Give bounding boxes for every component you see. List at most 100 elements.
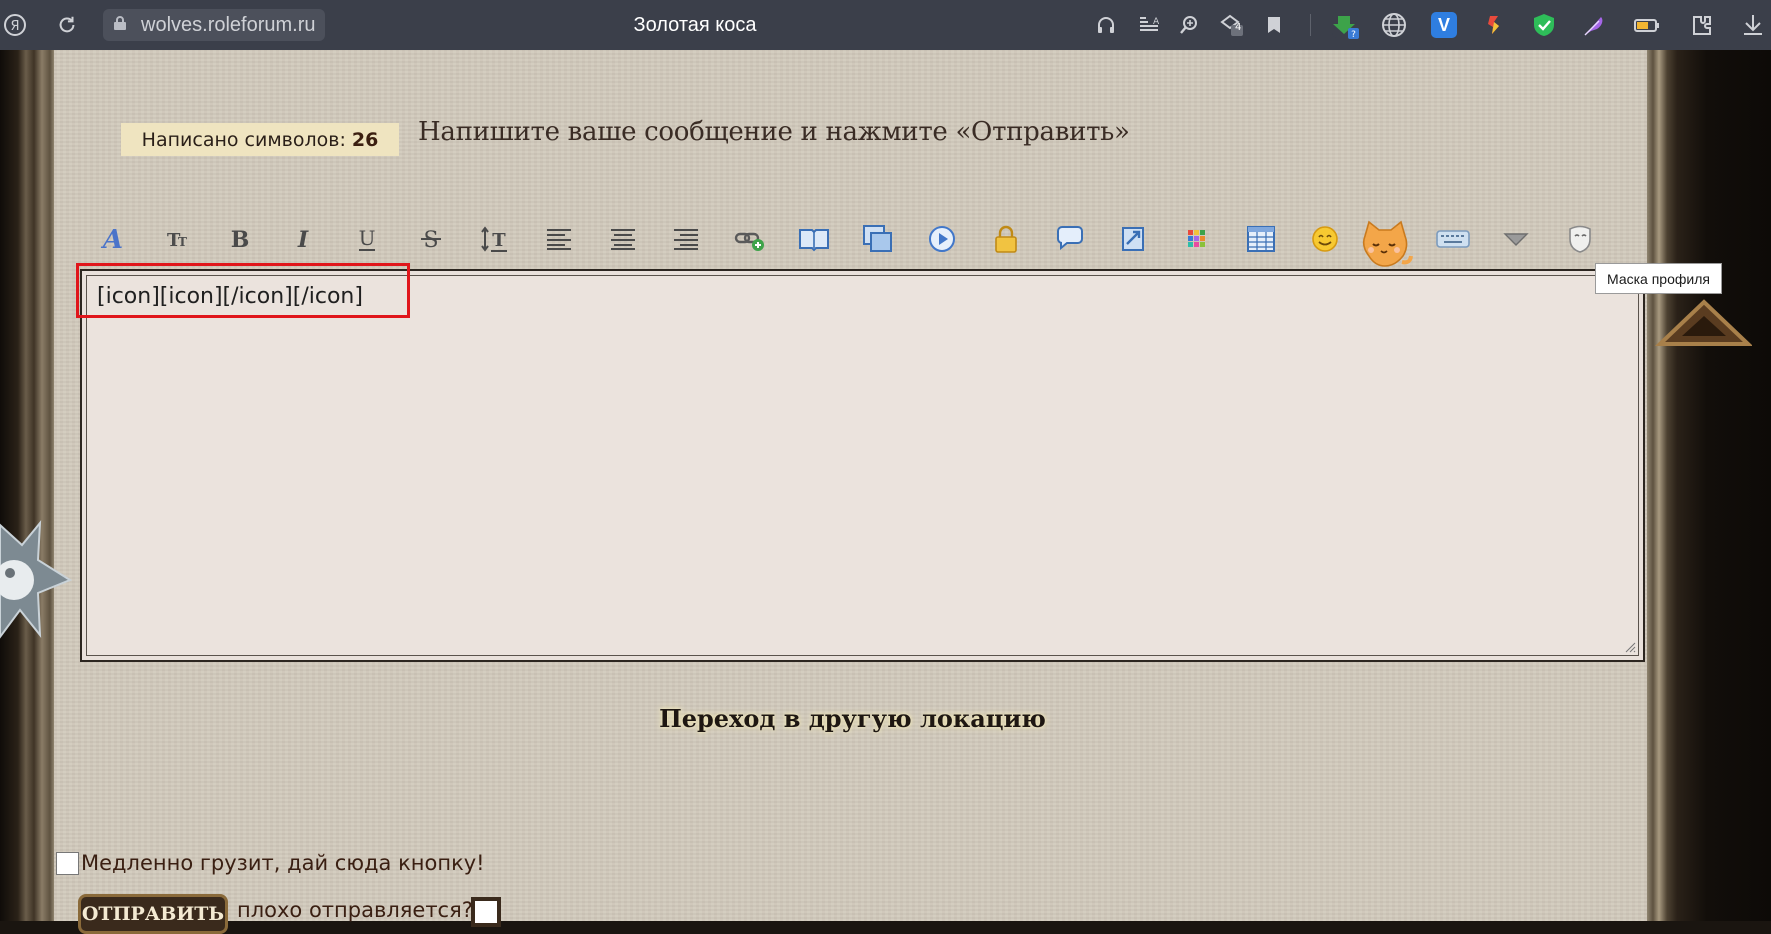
extension-download-icon[interactable]: ?	[1332, 12, 1359, 40]
reader-mode-icon[interactable]: A	[1137, 0, 1161, 50]
book-icon	[799, 229, 829, 252]
bold-button[interactable]: B	[219, 212, 261, 266]
annotation-highlight	[76, 263, 410, 318]
extensions-icon[interactable]	[1689, 12, 1715, 38]
downloads-icon[interactable]	[1741, 12, 1767, 38]
address-bar[interactable]: wolves.roleforum.ru	[103, 9, 325, 41]
play-icon	[929, 226, 955, 252]
underline-icon: U	[359, 226, 376, 251]
right-decorative-border	[1647, 50, 1771, 921]
extension-colorful-icon[interactable]	[1481, 12, 1507, 38]
reload-icon[interactable]	[52, 0, 82, 50]
table-button[interactable]	[1240, 212, 1282, 266]
font-icon: A	[100, 225, 123, 254]
line-height-button[interactable]: T	[474, 212, 516, 266]
keyboard-icon	[1436, 230, 1470, 248]
color-button[interactable]	[1176, 212, 1218, 266]
headphones-icon[interactable]	[1094, 0, 1118, 50]
left-star-ornament-icon	[0, 519, 72, 639]
bookmark-icon[interactable]	[1262, 0, 1286, 50]
form-instruction: Напишите ваше сообщение и нажмите «Отпра…	[418, 117, 1130, 147]
lock-icon	[113, 15, 129, 35]
zoom-icon[interactable]	[1177, 0, 1201, 50]
toolbar-divider	[1310, 14, 1311, 36]
svg-text:B: B	[231, 227, 250, 253]
images-icon	[863, 225, 892, 252]
video-button[interactable]	[921, 212, 963, 266]
image-button[interactable]	[857, 212, 899, 266]
extension-shield-icon[interactable]	[1531, 12, 1557, 38]
font-size-icon: TT	[167, 230, 187, 251]
align-center-icon	[611, 229, 635, 250]
align-left-button[interactable]	[538, 212, 580, 266]
lock-icon	[995, 225, 1017, 253]
svg-text:T: T	[178, 235, 187, 249]
link-button[interactable]	[729, 212, 771, 266]
extension-globe-icon[interactable]	[1381, 12, 1407, 38]
extension-feather-icon[interactable]	[1581, 12, 1607, 38]
strikethrough-button[interactable]: S	[410, 212, 452, 266]
slow-load-label: Медленно грузит, дай сюда кнопку!	[81, 851, 485, 875]
character-counter-label: Написано символов:	[141, 128, 346, 151]
svg-text:?: ?	[1351, 30, 1356, 40]
link-icon	[734, 232, 764, 251]
change-location-link[interactable]: Переход в другую локацию	[650, 704, 1055, 733]
slow-load-row: Медленно грузит, дай сюда кнопку!	[56, 848, 485, 878]
submit-button[interactable]: ОТПРАВИТЬ	[78, 894, 228, 934]
message-textarea[interactable]: [icon][icon][/icon][/icon]	[86, 275, 1639, 656]
svg-text:Я: Я	[10, 19, 19, 34]
svg-text:U: U	[359, 226, 376, 250]
align-left-icon	[547, 229, 571, 250]
align-right-icon	[674, 229, 698, 250]
line-height-icon: T	[481, 226, 507, 252]
strikethrough-icon: S	[421, 228, 441, 253]
smiley-icon	[1312, 226, 1338, 252]
speech-button[interactable]	[1049, 212, 1091, 266]
quote-button[interactable]	[793, 212, 835, 266]
message-editor[interactable]: [icon][icon][/icon][/icon]	[80, 269, 1645, 662]
svg-text:I: I	[297, 227, 309, 253]
color-palette-icon	[1188, 230, 1205, 247]
italic-button[interactable]: I	[282, 212, 324, 266]
align-center-button[interactable]	[602, 212, 644, 266]
align-right-button[interactable]	[665, 212, 707, 266]
battery-icon	[1633, 12, 1659, 38]
svg-text:S: S	[423, 228, 438, 253]
italic-icon: I	[297, 227, 309, 253]
resize-grip-icon[interactable]	[1624, 641, 1636, 653]
font-button[interactable]: A	[92, 212, 134, 266]
keyboard-button[interactable]	[1432, 212, 1474, 266]
slow-load-checkbox[interactable]	[56, 851, 79, 875]
scroll-icon	[1122, 227, 1144, 251]
hide-button[interactable]	[985, 212, 1027, 266]
page-title: Золотая коса	[633, 14, 757, 36]
bad-send-label: плохо отправляется?	[237, 898, 473, 922]
yandex-logo-icon[interactable]: Я	[0, 0, 30, 50]
scroll-up-arrow-icon[interactable]	[1652, 298, 1752, 350]
cat-smiley-button[interactable]	[1357, 218, 1413, 268]
url-text: wolves.roleforum.ru	[141, 13, 316, 36]
left-decorative-border	[0, 50, 54, 921]
character-counter-value: 26	[351, 128, 379, 151]
toolbar-tooltip: Маска профиля	[1595, 263, 1722, 294]
mask-icon	[1569, 225, 1591, 253]
svg-text:A: A	[100, 225, 123, 254]
extension-v-icon[interactable]: V	[1431, 12, 1457, 38]
underline-button[interactable]: U	[346, 212, 388, 266]
font-size-button[interactable]: TT	[155, 212, 197, 266]
table-icon	[1247, 226, 1275, 252]
svg-text:A: A	[1153, 17, 1159, 27]
spoiler-button[interactable]	[1113, 212, 1155, 266]
tab-count-badge: 4	[1235, 22, 1242, 33]
mask-button[interactable]	[1559, 212, 1601, 266]
smiley-button[interactable]	[1304, 212, 1346, 266]
more-button[interactable]	[1495, 212, 1537, 266]
bad-send-checkbox[interactable]	[471, 897, 501, 927]
dropdown-triangle-icon	[1503, 233, 1529, 246]
bold-icon: B	[231, 227, 250, 253]
tabs-counter-icon[interactable]: 4	[1218, 0, 1246, 50]
browser-toolbar: Я wolves.roleforum.ru Золотая коса A 4 ?…	[0, 0, 1771, 50]
speech-bubble-icon	[1057, 226, 1083, 251]
svg-text:T: T	[492, 230, 506, 251]
character-counter: Написано символов: 26	[121, 123, 399, 156]
